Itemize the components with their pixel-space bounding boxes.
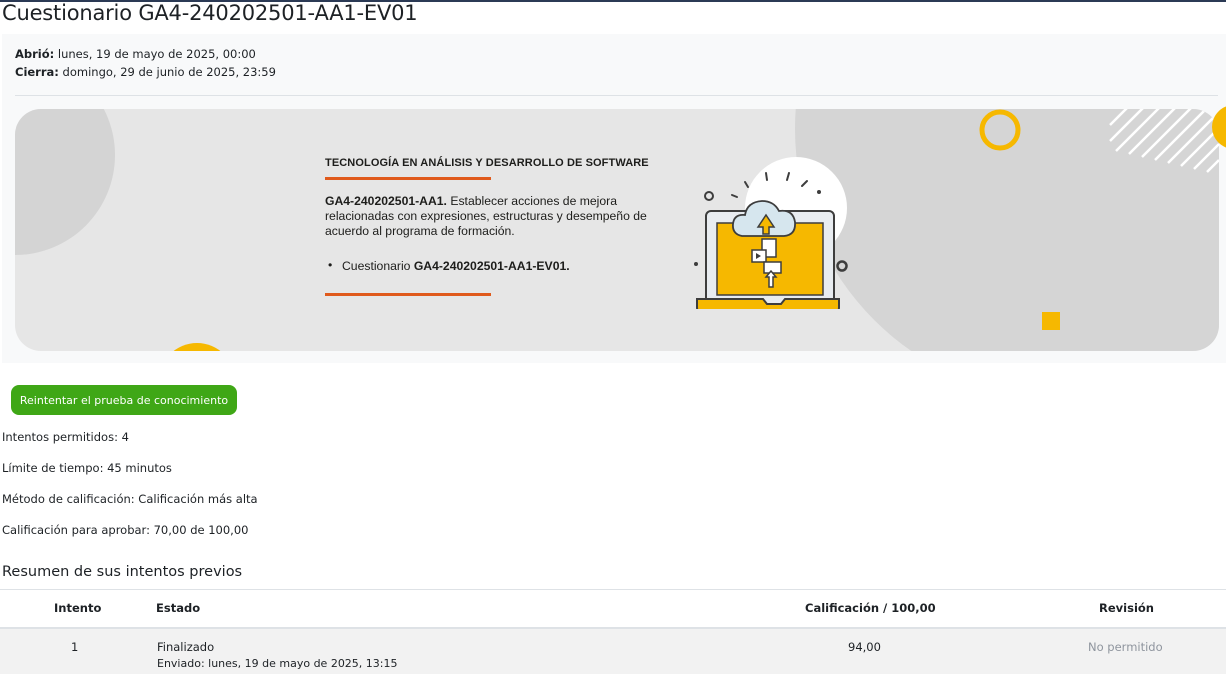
header-review: Revisión — [1099, 601, 1154, 615]
laptop-upload-illustration — [694, 157, 848, 309]
attempt-number: 1 — [71, 640, 79, 654]
grade-to-pass: Calificación para aprobar: 70,00 de 100,… — [2, 523, 249, 537]
activity-description: GA4-240202501-AA1. Establecer acciones d… — [325, 194, 665, 239]
attempt-submitted: Enviado: lunes, 19 de mayo de 2025, 13:1… — [157, 657, 398, 670]
attempt-review: No permitido — [1088, 640, 1163, 654]
program-name: TECNOLOGÍA EN ANÁLISIS Y DESARROLLO DE S… — [325, 157, 649, 169]
header-attempt: Intento — [54, 601, 102, 615]
accent-bar-top — [325, 177, 491, 180]
activity-dates: Abrió: lunes, 19 de mayo de 2025, 00:00 … — [2, 34, 1226, 363]
table-top-border — [0, 589, 1226, 590]
activity-banner: TECNOLOGÍA EN ANÁLISIS Y DESARROLLO DE S… — [15, 109, 1219, 351]
accent-bar-bottom — [325, 293, 491, 296]
evidence-prefix: Cuestionario — [342, 259, 414, 273]
opened-label: Abrió: — [15, 47, 55, 61]
table-row: 1 Finalizado Enviado: lunes, 19 de mayo … — [0, 629, 1226, 674]
header-grade: Calificación / 100,00 — [805, 601, 936, 615]
closes-value: domingo, 29 de junio de 2025, 23:59 — [62, 65, 276, 79]
grading-method: Método de calificación: Calificación más… — [2, 492, 258, 506]
closes-label: Cierra: — [15, 65, 59, 79]
opened-value: lunes, 19 de mayo de 2025, 00:00 — [57, 47, 256, 61]
closes-date: Cierra: domingo, 29 de junio de 2025, 23… — [15, 65, 276, 79]
attempt-grade: 94,00 — [848, 640, 881, 654]
opened-date: Abrió: lunes, 19 de mayo de 2025, 00:00 — [15, 47, 256, 61]
attempts-summary-title: Resumen de sus intentos previos — [2, 564, 243, 580]
divider — [15, 95, 1218, 96]
evidence-code: GA4-240202501-AA1-EV01. — [413, 259, 570, 273]
header-status: Estado — [156, 601, 201, 615]
evidence-item: Cuestionario GA4-240202501-AA1-EV01. — [328, 258, 665, 273]
banner-content: TECNOLOGÍA EN ANÁLISIS Y DESARROLLO DE S… — [325, 157, 665, 296]
attempt-status: Finalizado — [157, 640, 215, 654]
attempts-allowed: Intentos permitidos: 4 — [2, 430, 129, 444]
page-title: Cuestionario GA4-240202501-AA1-EV01 — [2, 1, 418, 25]
retry-quiz-button[interactable]: Reintentar el prueba de conocimiento — [11, 385, 237, 415]
time-limit: Límite de tiempo: 45 minutos — [2, 461, 172, 475]
activity-code: GA4-240202501-AA1. — [325, 194, 447, 208]
